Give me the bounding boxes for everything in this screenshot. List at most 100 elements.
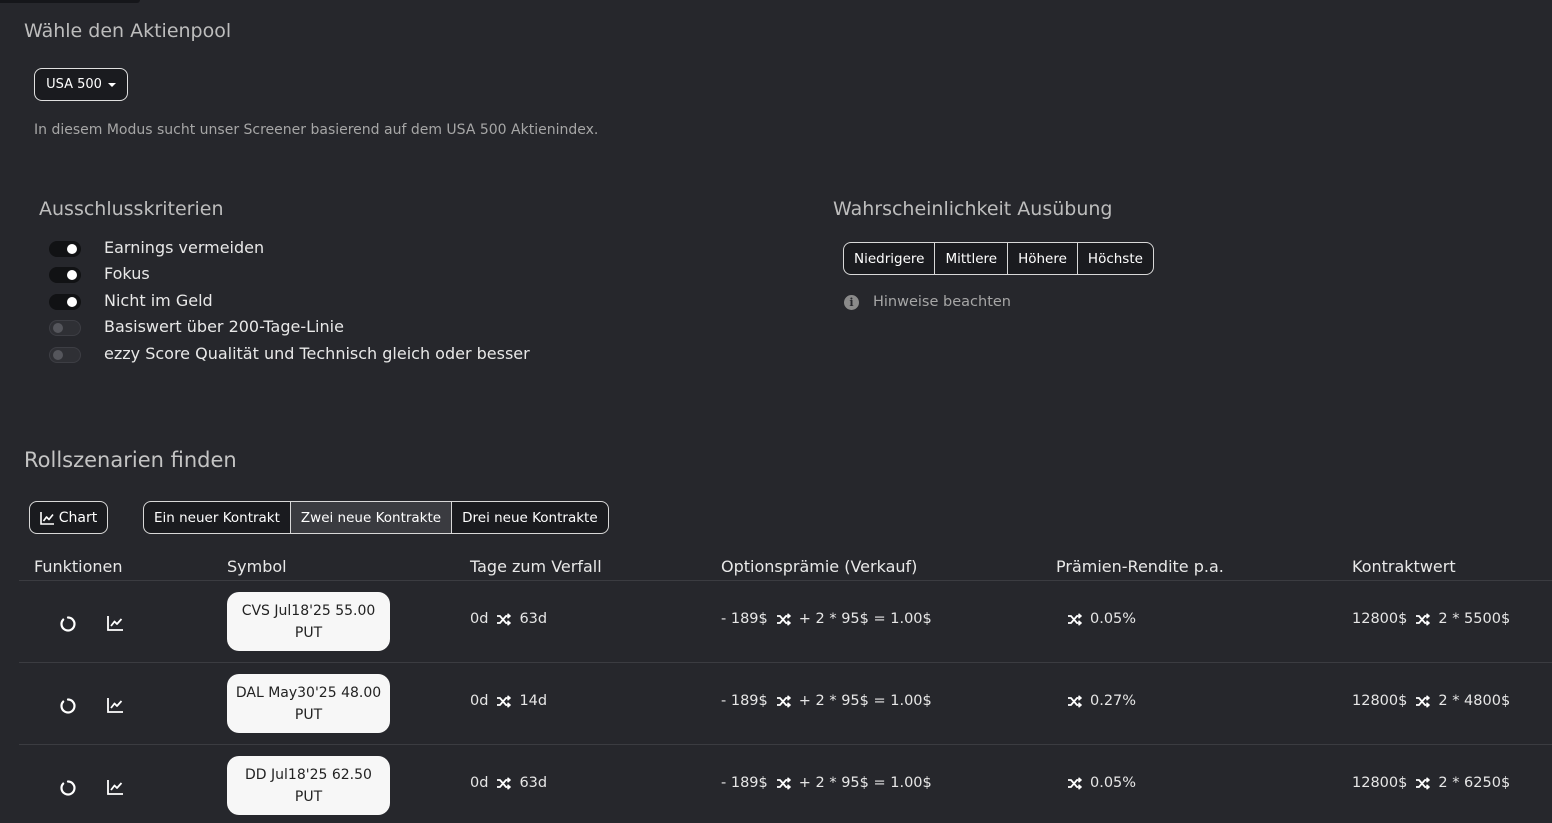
shuffle-icon — [776, 694, 791, 708]
symbol-badge[interactable]: CVS Jul18'25 55.00 PUT — [227, 592, 390, 651]
days-to: 63d — [519, 611, 548, 627]
pool-dropdown-value: USA 500 — [46, 77, 102, 92]
value-old: 12800$ — [1352, 775, 1408, 791]
contract-mode-group: Ein neuer Kontrakt Zwei neue Kontrakte D… — [143, 501, 609, 534]
roll-title: Rollszenarien finden — [24, 448, 237, 472]
table-row: CVS Jul18'25 55.00 PUT 0d 63d - 189$ + 2… — [0, 581, 1552, 663]
criterion-200-tage[interactable]: Basiswert über 200-Tage-Linie — [49, 317, 344, 336]
top-accent-bar — [0, 0, 140, 3]
table-row: DAL May30'25 48.00 PUT 0d 14d - 189$ + 2… — [0, 663, 1552, 745]
chart-button[interactable]: Chart — [29, 501, 108, 534]
probability-niedrigere-button[interactable]: Niedrigere — [844, 243, 934, 274]
caret-down-icon — [107, 82, 116, 87]
days-from: 0d — [470, 693, 489, 709]
criterion-label: Basiswert über 200-Tage-Linie — [104, 317, 344, 336]
mode-one-contract-button[interactable]: Ein neuer Kontrakt — [144, 502, 290, 533]
value-new: 2 * 5500$ — [1438, 611, 1511, 627]
probability-hoehere-button[interactable]: Höhere — [1007, 243, 1077, 274]
refresh-circle-icon[interactable] — [59, 615, 77, 633]
criterion-fokus[interactable]: Fokus — [49, 264, 150, 283]
info-icon: i — [844, 294, 859, 310]
toggle-switch[interactable] — [49, 347, 81, 363]
shuffle-icon — [1067, 694, 1082, 708]
premium-cell: - 189$ + 2 * 95$ = 1.00$ — [721, 775, 932, 791]
yield-cell: 0.27% — [1067, 693, 1136, 709]
line-chart-icon[interactable] — [107, 697, 124, 713]
yield-cell: 0.05% — [1067, 611, 1136, 627]
probability-title: Wahrscheinlichkeit Ausübung — [833, 198, 1113, 220]
criterion-ezzy-score[interactable]: ezzy Score Qualität und Technisch gleich… — [49, 344, 530, 363]
pool-title: Wähle den Aktienpool — [24, 20, 232, 42]
days-cell: 0d 14d — [470, 693, 547, 709]
line-chart-icon[interactable] — [107, 779, 124, 795]
yield-value: 0.05% — [1090, 775, 1137, 791]
refresh-circle-icon[interactable] — [59, 779, 77, 797]
criterion-label: Nicht im Geld — [104, 291, 213, 310]
hint-label: Hinweise beachten — [873, 294, 1011, 310]
premium-old: - 189$ — [721, 775, 768, 791]
days-to: 63d — [519, 775, 548, 791]
header-yield[interactable]: Prämien-Rendite p.a. — [1056, 557, 1224, 576]
premium-cell: - 189$ + 2 * 95$ = 1.00$ — [721, 611, 932, 627]
symbol-name: DAL May30'25 48.00 — [235, 684, 382, 701]
symbol-name: DD Jul18'25 62.50 — [245, 766, 372, 783]
criterion-nicht-im-geld[interactable]: Nicht im Geld — [49, 291, 213, 310]
yield-value: 0.27% — [1090, 693, 1137, 709]
premium-old: - 189$ — [721, 693, 768, 709]
days-to: 14d — [519, 693, 548, 709]
shuffle-icon — [496, 776, 512, 790]
value-old: 12800$ — [1352, 611, 1408, 627]
header-symbol[interactable]: Symbol — [227, 557, 287, 576]
shuffle-icon — [496, 694, 512, 708]
toggle-switch[interactable] — [49, 294, 81, 310]
criterion-label: Fokus — [104, 264, 150, 283]
shuffle-icon — [1415, 612, 1431, 626]
value-cell: 12800$ 2 * 6250$ — [1352, 775, 1510, 791]
premium-old: - 189$ — [721, 611, 768, 627]
days-cell: 0d 63d — [470, 611, 547, 627]
days-from: 0d — [470, 611, 489, 627]
toggle-switch[interactable] — [49, 267, 81, 283]
value-cell: 12800$ 2 * 5500$ — [1352, 611, 1510, 627]
header-functions: Funktionen — [34, 557, 123, 576]
header-days[interactable]: Tage zum Verfall — [470, 557, 602, 576]
yield-cell: 0.05% — [1067, 775, 1136, 791]
yield-value: 0.05% — [1090, 611, 1137, 627]
premium-new: + 2 * 95$ = 1.00$ — [798, 693, 932, 709]
shuffle-icon — [1415, 776, 1431, 790]
option-type: PUT — [294, 706, 323, 723]
header-premium[interactable]: Optionsprämie (Verkauf) — [721, 557, 917, 576]
days-cell: 0d 63d — [470, 775, 547, 791]
value-new: 2 * 6250$ — [1438, 775, 1511, 791]
exclusion-title: Ausschlusskriterien — [39, 198, 224, 220]
chart-button-label: Chart — [58, 509, 98, 526]
probability-hoechste-button[interactable]: Höchste — [1076, 243, 1153, 274]
line-chart-icon[interactable] — [107, 615, 124, 631]
toggle-switch[interactable] — [49, 320, 81, 336]
criterion-earnings[interactable]: Earnings vermeiden — [49, 238, 264, 257]
refresh-circle-icon[interactable] — [59, 697, 77, 715]
line-chart-icon — [39, 511, 55, 525]
header-value[interactable]: Kontraktwert — [1352, 557, 1456, 576]
value-old: 12800$ — [1352, 693, 1408, 709]
shuffle-icon — [1067, 612, 1082, 626]
mode-three-contracts-button[interactable]: Drei neue Kontrakte — [451, 502, 608, 533]
pool-dropdown[interactable]: USA 500 — [34, 68, 128, 101]
criterion-label: ezzy Score Qualität und Technisch gleich… — [104, 344, 530, 363]
premium-new: + 2 * 95$ = 1.00$ — [798, 611, 932, 627]
days-from: 0d — [470, 775, 489, 791]
symbol-name: CVS Jul18'25 55.00 — [241, 602, 376, 619]
value-new: 2 * 4800$ — [1438, 693, 1511, 709]
symbol-badge[interactable]: DD Jul18'25 62.50 PUT — [227, 756, 390, 815]
hint-link[interactable]: i Hinweise beachten — [844, 294, 1011, 310]
shuffle-icon — [776, 776, 791, 790]
mode-two-contracts-button[interactable]: Zwei neue Kontrakte — [289, 502, 452, 533]
table-row: DD Jul18'25 62.50 PUT 0d 63d - 189$ + 2 … — [0, 745, 1552, 823]
value-cell: 12800$ 2 * 4800$ — [1352, 693, 1510, 709]
toggle-switch[interactable] — [49, 241, 81, 257]
probability-mittlere-button[interactable]: Mittlere — [934, 243, 1007, 274]
pool-description: In diesem Modus sucht unser Screener bas… — [34, 122, 599, 138]
probability-button-group: Niedrigere Mittlere Höhere Höchste — [843, 242, 1154, 275]
symbol-badge[interactable]: DAL May30'25 48.00 PUT — [227, 674, 390, 733]
premium-new: + 2 * 95$ = 1.00$ — [798, 775, 932, 791]
